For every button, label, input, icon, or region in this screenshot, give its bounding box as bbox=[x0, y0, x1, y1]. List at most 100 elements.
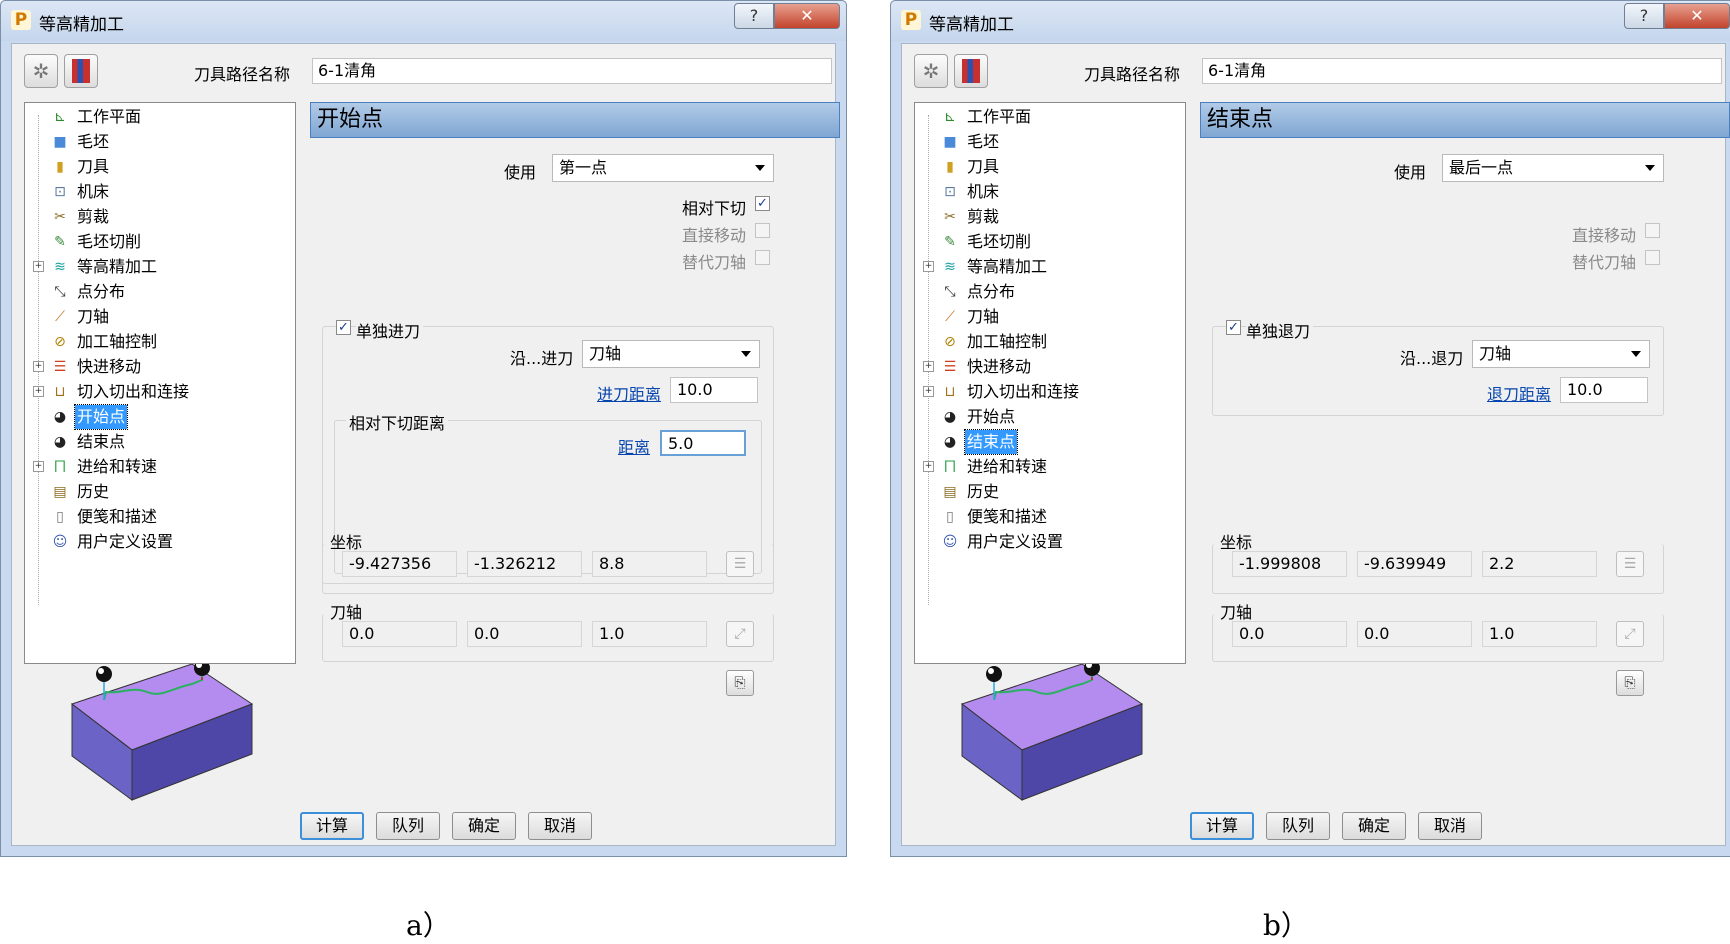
close-button[interactable]: ✕ bbox=[774, 3, 840, 29]
use-label: 使用 bbox=[1394, 163, 1427, 182]
block-icon: ■ bbox=[53, 134, 67, 150]
approach-along-label: 沿...进刀 bbox=[510, 349, 574, 368]
clipboard-icon[interactable]: ⎘ bbox=[726, 670, 754, 696]
approach-distance-link[interactable]: 进刀距离 bbox=[597, 381, 661, 405]
expand-icon[interactable]: + bbox=[33, 461, 44, 472]
use-select[interactable]: 第一点 bbox=[552, 154, 774, 182]
axis-icon: ⟋ bbox=[945, 309, 955, 325]
separate-retract-checkbox[interactable]: ✓ bbox=[1226, 320, 1241, 335]
toolpath-name-label: 刀具路径名称 bbox=[194, 65, 291, 84]
coord-y-field[interactable]: -1.326212 bbox=[467, 551, 582, 577]
retract-along-select[interactable]: 刀轴 bbox=[1472, 340, 1650, 368]
expand-icon[interactable]: + bbox=[33, 361, 44, 372]
relative-plunge-checkbox[interactable]: ✓ bbox=[755, 196, 770, 211]
separate-approach-checkbox[interactable]: ✓ bbox=[336, 320, 351, 335]
settings-gear-icon[interactable]: ✲ bbox=[914, 54, 948, 88]
start-point-icon: ◕ bbox=[943, 409, 957, 425]
feeds-icon: ⨅ bbox=[54, 459, 66, 475]
machine-icon: ⊡ bbox=[944, 184, 956, 200]
app-logo-icon: P bbox=[11, 10, 31, 30]
retract-distance-link[interactable]: 退刀距离 bbox=[1487, 381, 1551, 405]
axis-j-field[interactable]: 0.0 bbox=[467, 621, 582, 647]
axis-i-field[interactable]: 0.0 bbox=[1232, 621, 1347, 647]
clipboard-icon[interactable]: ⎘ bbox=[1616, 670, 1644, 696]
axis-edit-icon[interactable]: ⤢ bbox=[726, 621, 754, 647]
axis-edit-icon[interactable]: ⤢ bbox=[1616, 621, 1644, 647]
window-title: 等高精加工 bbox=[929, 15, 1014, 35]
axis-k-field[interactable]: 1.0 bbox=[1482, 621, 1597, 647]
history-icon: ▤ bbox=[53, 484, 67, 500]
block-icon: ■ bbox=[943, 134, 957, 150]
queue-button[interactable]: 队列 bbox=[376, 812, 440, 840]
ok-button[interactable]: 确定 bbox=[452, 812, 516, 840]
axis-j-field[interactable]: 0.0 bbox=[1357, 621, 1472, 647]
retract-along-label: 沿...退刀 bbox=[1400, 349, 1464, 368]
cancel-button[interactable]: 取消 bbox=[528, 812, 592, 840]
leads-icon: ⊔ bbox=[944, 384, 956, 400]
coord-x-field[interactable]: -1.999808 bbox=[1232, 551, 1347, 577]
ok-button[interactable]: 确定 bbox=[1342, 812, 1406, 840]
expand-icon[interactable]: + bbox=[923, 261, 934, 272]
axes-icon: ⊾ bbox=[944, 109, 956, 125]
list-icon[interactable]: ☰ bbox=[726, 551, 754, 577]
help-button[interactable]: ? bbox=[734, 3, 774, 29]
app-logo-icon: P bbox=[901, 10, 921, 30]
retract-distance-input[interactable]: 10.0 bbox=[1560, 377, 1648, 403]
stock-cut-icon: ✎ bbox=[54, 234, 66, 250]
list-icon[interactable]: ☰ bbox=[1616, 551, 1644, 577]
calculate-button[interactable]: 计算 bbox=[300, 812, 364, 840]
coord-y-field[interactable]: -9.639949 bbox=[1357, 551, 1472, 577]
help-button[interactable]: ? bbox=[1624, 3, 1664, 29]
toolpath-name-label: 刀具路径名称 bbox=[1084, 65, 1181, 84]
expand-icon[interactable]: + bbox=[33, 261, 44, 272]
dropdown-arrow-icon bbox=[1631, 351, 1641, 357]
preview-image bbox=[960, 664, 1144, 801]
calculate-button[interactable]: 计算 bbox=[1190, 812, 1254, 840]
use-select[interactable]: 最后一点 bbox=[1442, 154, 1664, 182]
queue-button[interactable]: 队列 bbox=[1266, 812, 1330, 840]
cancel-button[interactable]: 取消 bbox=[1418, 812, 1482, 840]
direct-move-label: 直接移动 bbox=[682, 226, 747, 245]
feeds-icon: ⨅ bbox=[944, 459, 956, 475]
toolpath-name-input[interactable]: 6-1清角 bbox=[1202, 58, 1722, 84]
scissors-icon: ✂ bbox=[54, 209, 66, 225]
coord-z-field[interactable]: 2.2 bbox=[1482, 551, 1597, 577]
titlebar: P 等高精加工 ? ✕ bbox=[1, 1, 846, 41]
leads-icon: ⊔ bbox=[54, 384, 66, 400]
axis-i-field[interactable]: 0.0 bbox=[342, 621, 457, 647]
start-point-icon: ◕ bbox=[53, 409, 67, 425]
alt-tool-axis-checkbox[interactable] bbox=[755, 250, 770, 265]
approach-along-select[interactable]: 刀轴 bbox=[582, 340, 760, 368]
expand-icon[interactable]: + bbox=[33, 386, 44, 397]
settings-gear-icon[interactable]: ✲ bbox=[24, 54, 58, 88]
dialog-end-point: P 等高精加工 ? ✕ ✲ 刀具路径名称 6-1清角 ⊾ 工作平面 ■ 毛坯 ▮ 刀具… bbox=[890, 0, 1730, 857]
preview-image bbox=[70, 664, 254, 801]
expand-icon[interactable]: + bbox=[923, 386, 934, 397]
coord-x-field[interactable]: -9.427356 bbox=[342, 551, 457, 577]
panel-title: 结束点 bbox=[1200, 102, 1730, 138]
separate-retract-label: 单独退刀 bbox=[1246, 318, 1314, 342]
window-title: 等高精加工 bbox=[39, 15, 124, 35]
approach-distance-input[interactable]: 10.0 bbox=[670, 377, 758, 403]
alt-tool-axis-checkbox[interactable] bbox=[1645, 250, 1660, 265]
direct-move-checkbox[interactable] bbox=[1645, 223, 1660, 238]
axis-k-field[interactable]: 1.0 bbox=[592, 621, 707, 647]
axis-icon: ⟋ bbox=[55, 309, 65, 325]
distance-link[interactable]: 距离 bbox=[618, 434, 650, 458]
tool-icon: ▮ bbox=[56, 159, 64, 175]
toolpath-icon[interactable] bbox=[64, 54, 98, 88]
direct-move-checkbox[interactable] bbox=[755, 223, 770, 238]
expand-icon[interactable]: + bbox=[923, 361, 934, 372]
history-icon: ▤ bbox=[943, 484, 957, 500]
rapid-icon: ☰ bbox=[943, 359, 957, 375]
stock-cut-icon: ✎ bbox=[944, 234, 956, 250]
expand-icon[interactable]: + bbox=[923, 461, 934, 472]
tool-axis-label: 刀轴 bbox=[330, 603, 363, 622]
user-icon: ☺ bbox=[942, 534, 958, 550]
toolpath-name-input[interactable]: 6-1清角 bbox=[312, 58, 832, 84]
toolpath-icon[interactable] bbox=[954, 54, 988, 88]
machine-icon: ⊡ bbox=[54, 184, 66, 200]
coord-z-field[interactable]: 8.8 bbox=[592, 551, 707, 577]
close-button[interactable]: ✕ bbox=[1664, 3, 1730, 29]
relative-distance-input[interactable]: 5.0 bbox=[660, 430, 746, 456]
